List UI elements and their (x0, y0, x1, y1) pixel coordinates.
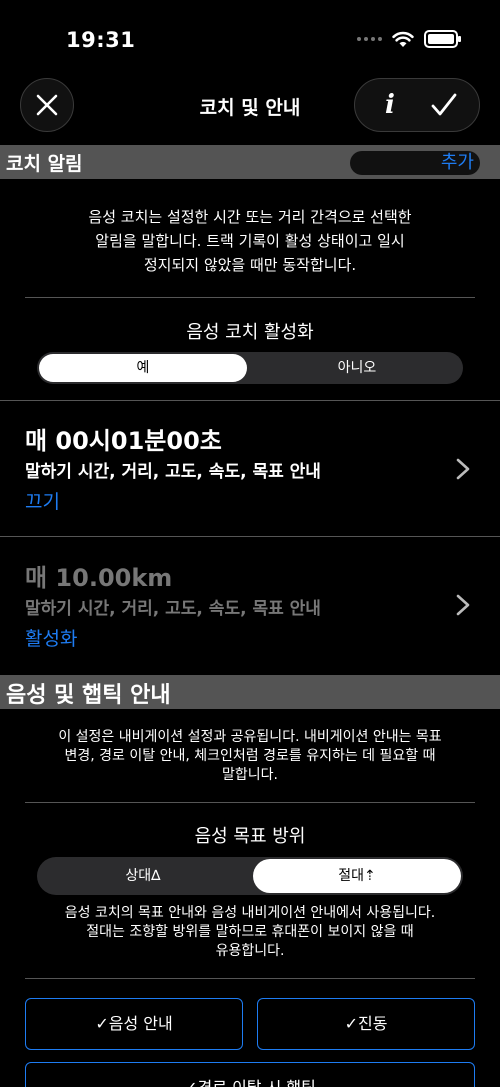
close-button[interactable] (20, 78, 74, 132)
description-line: 음성 코치는 설정한 시간 또는 거리 간격으로 선택한 (88, 208, 412, 226)
info-button[interactable]: i (368, 90, 412, 120)
vibration-toggle[interactable]: ✓진동 (257, 998, 475, 1050)
status-time: 19:31 (66, 28, 136, 52)
wifi-icon (392, 31, 414, 47)
battery-icon (424, 30, 461, 48)
option-absolute[interactable]: 절대⇡ (253, 859, 461, 893)
chevron-right-icon (456, 458, 470, 480)
description-line: 음성 코치의 목표 안내와 음성 내비게이션 안내에서 사용됩니다. (64, 905, 436, 921)
alert-title: 매 10.00km (25, 564, 173, 592)
option-relative[interactable]: 상대∆ (39, 859, 247, 893)
enable-alert-link[interactable]: 활성화 (25, 624, 77, 651)
coach-alert-item[interactable]: 매 00시01분00초 말하기 시간, 거리, 고도, 속도, 목표 안내 끄기 (0, 401, 500, 536)
coach-alert-item[interactable]: 매 10.00km 말하기 시간, 거리, 고도, 속도, 목표 안내 활성화 (0, 537, 500, 674)
voice-coach-toggle: 예 아니오 (37, 352, 463, 384)
voice-bearing-label: 음성 목표 방위 (194, 826, 306, 847)
coach-description: 음성 코치는 설정한 시간 또는 거리 간격으로 선택한 알림을 말합니다. 트… (0, 205, 500, 277)
close-icon (36, 94, 58, 116)
checkmark-icon (431, 93, 457, 116)
chevron-right-icon (456, 594, 470, 616)
description-line: 절대는 조향할 방위를 말하므로 휴대폰이 보이지 않을 때 (86, 924, 414, 940)
alert-subtitle: 말하기 시간, 거리, 고도, 속도, 목표 안내 (25, 599, 321, 619)
cellular-signal-icon (357, 37, 382, 41)
bearing-toggle: 상대∆ 절대⇡ (37, 857, 463, 895)
done-button[interactable] (422, 83, 466, 127)
section-title: 코치 알림 (6, 153, 83, 175)
disable-alert-link[interactable]: 끄기 (25, 487, 60, 514)
nav-actions: i (354, 78, 480, 132)
description-line: 이 설정은 내비게이션 설정과 공유됩니다. 내비게이션 안내는 목표 (58, 729, 442, 745)
option-yes[interactable]: 예 (39, 354, 247, 382)
voice-coach-enable-label: 음성 코치 활성화 (186, 322, 314, 343)
section-header-voice-haptic: 음성 및 햅틱 안내 (0, 675, 500, 709)
alert-title: 매 00시01분00초 (25, 427, 222, 455)
voice-guidance-toggle[interactable]: ✓음성 안내 (25, 998, 243, 1050)
description-line: 정지되지 않았을 때만 동작합니다. (143, 256, 357, 274)
voice-haptic-description: 이 설정은 내비게이션 설정과 공유됩니다. 내비게이션 안내는 목표 변경, … (0, 728, 500, 785)
navigation-bar: 코치 및 안내 i (0, 78, 500, 134)
divider (25, 297, 475, 298)
description-line: 알림을 말합니다. 트랙 기록이 활성 상태이고 일시 (95, 232, 405, 250)
off-route-haptic-toggle[interactable]: ✓경로 이탈 시 햅틱 (25, 1062, 475, 1087)
section-header-coach-alerts: 코치 알림 추가 (0, 145, 500, 179)
add-alert-button[interactable]: 추가 (350, 151, 480, 175)
option-no[interactable]: 아니오 (253, 354, 461, 382)
alert-subtitle: 말하기 시간, 거리, 고도, 속도, 목표 안내 (25, 462, 321, 482)
description-line: 변경, 경로 이탈 안내, 체크인처럼 경로를 유지하는 데 필요할 때 (64, 748, 436, 764)
description-line: 유용합니다. (215, 943, 285, 959)
status-icons (357, 30, 461, 48)
divider (25, 978, 475, 979)
description-line: 말합니다. (222, 767, 278, 783)
bearing-note: 음성 코치의 목표 안내와 음성 내비게이션 안내에서 사용됩니다. 절대는 조… (0, 904, 500, 961)
section-title: 음성 및 햅틱 안내 (6, 683, 171, 708)
status-bar: 19:31 (0, 0, 500, 70)
divider (25, 802, 475, 803)
